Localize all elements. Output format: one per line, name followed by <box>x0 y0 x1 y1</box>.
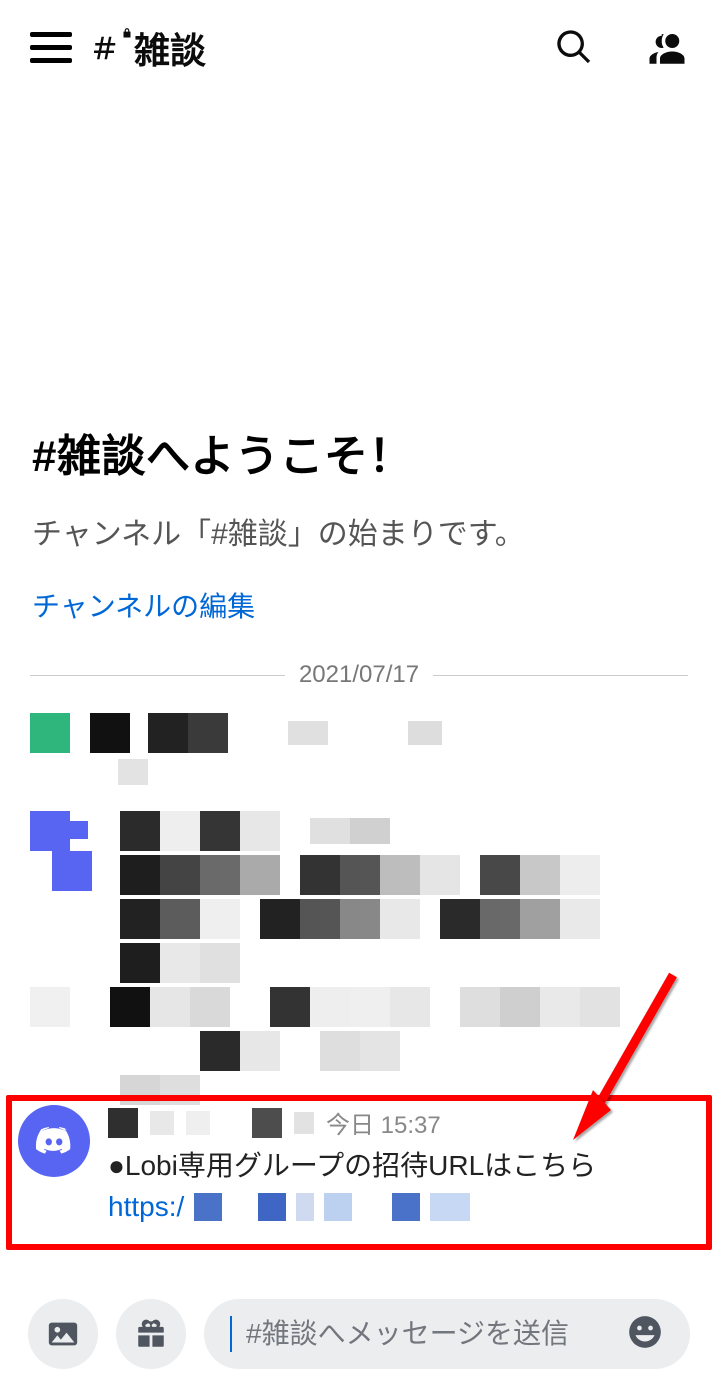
welcome-title: #雑談へようこそ！ <box>32 420 686 484</box>
header-left: 雑談 <box>30 22 206 74</box>
attach-image-button[interactable] <box>28 1299 98 1369</box>
channel-badge[interactable]: 雑談 <box>94 22 206 74</box>
date-divider: 2021/07/17 <box>0 661 718 689</box>
header-right <box>554 27 688 69</box>
divider-date: 2021/07/17 <box>299 661 419 689</box>
edit-channel-link[interactable]: チャンネルの編集 <box>32 585 255 625</box>
text-caret <box>230 1316 232 1352</box>
channel-name: 雑談 <box>134 22 206 74</box>
hash-lock-icon <box>94 33 124 63</box>
message-input-container[interactable] <box>204 1299 690 1369</box>
members-icon[interactable] <box>646 27 688 69</box>
message-composer <box>0 1279 718 1389</box>
menu-icon[interactable] <box>30 27 72 69</box>
channel-content: #雑談へようこそ！ チャンネル「#雑談」の始まりです。 チャンネルの編集 202… <box>0 95 718 1275</box>
app-header: 雑談 <box>0 0 718 95</box>
welcome-block: #雑談へようこそ！ チャンネル「#雑談」の始まりです。 チャンネルの編集 <box>0 420 718 625</box>
emoji-icon[interactable] <box>626 1313 664 1356</box>
welcome-subtitle: チャンネル「#雑談」の始まりです。 <box>32 512 686 557</box>
search-icon[interactable] <box>554 27 596 69</box>
redacted-messages <box>0 689 718 1105</box>
annotation-highlight-box <box>6 1095 712 1250</box>
message-input[interactable] <box>246 1318 612 1350</box>
gift-button[interactable] <box>116 1299 186 1369</box>
